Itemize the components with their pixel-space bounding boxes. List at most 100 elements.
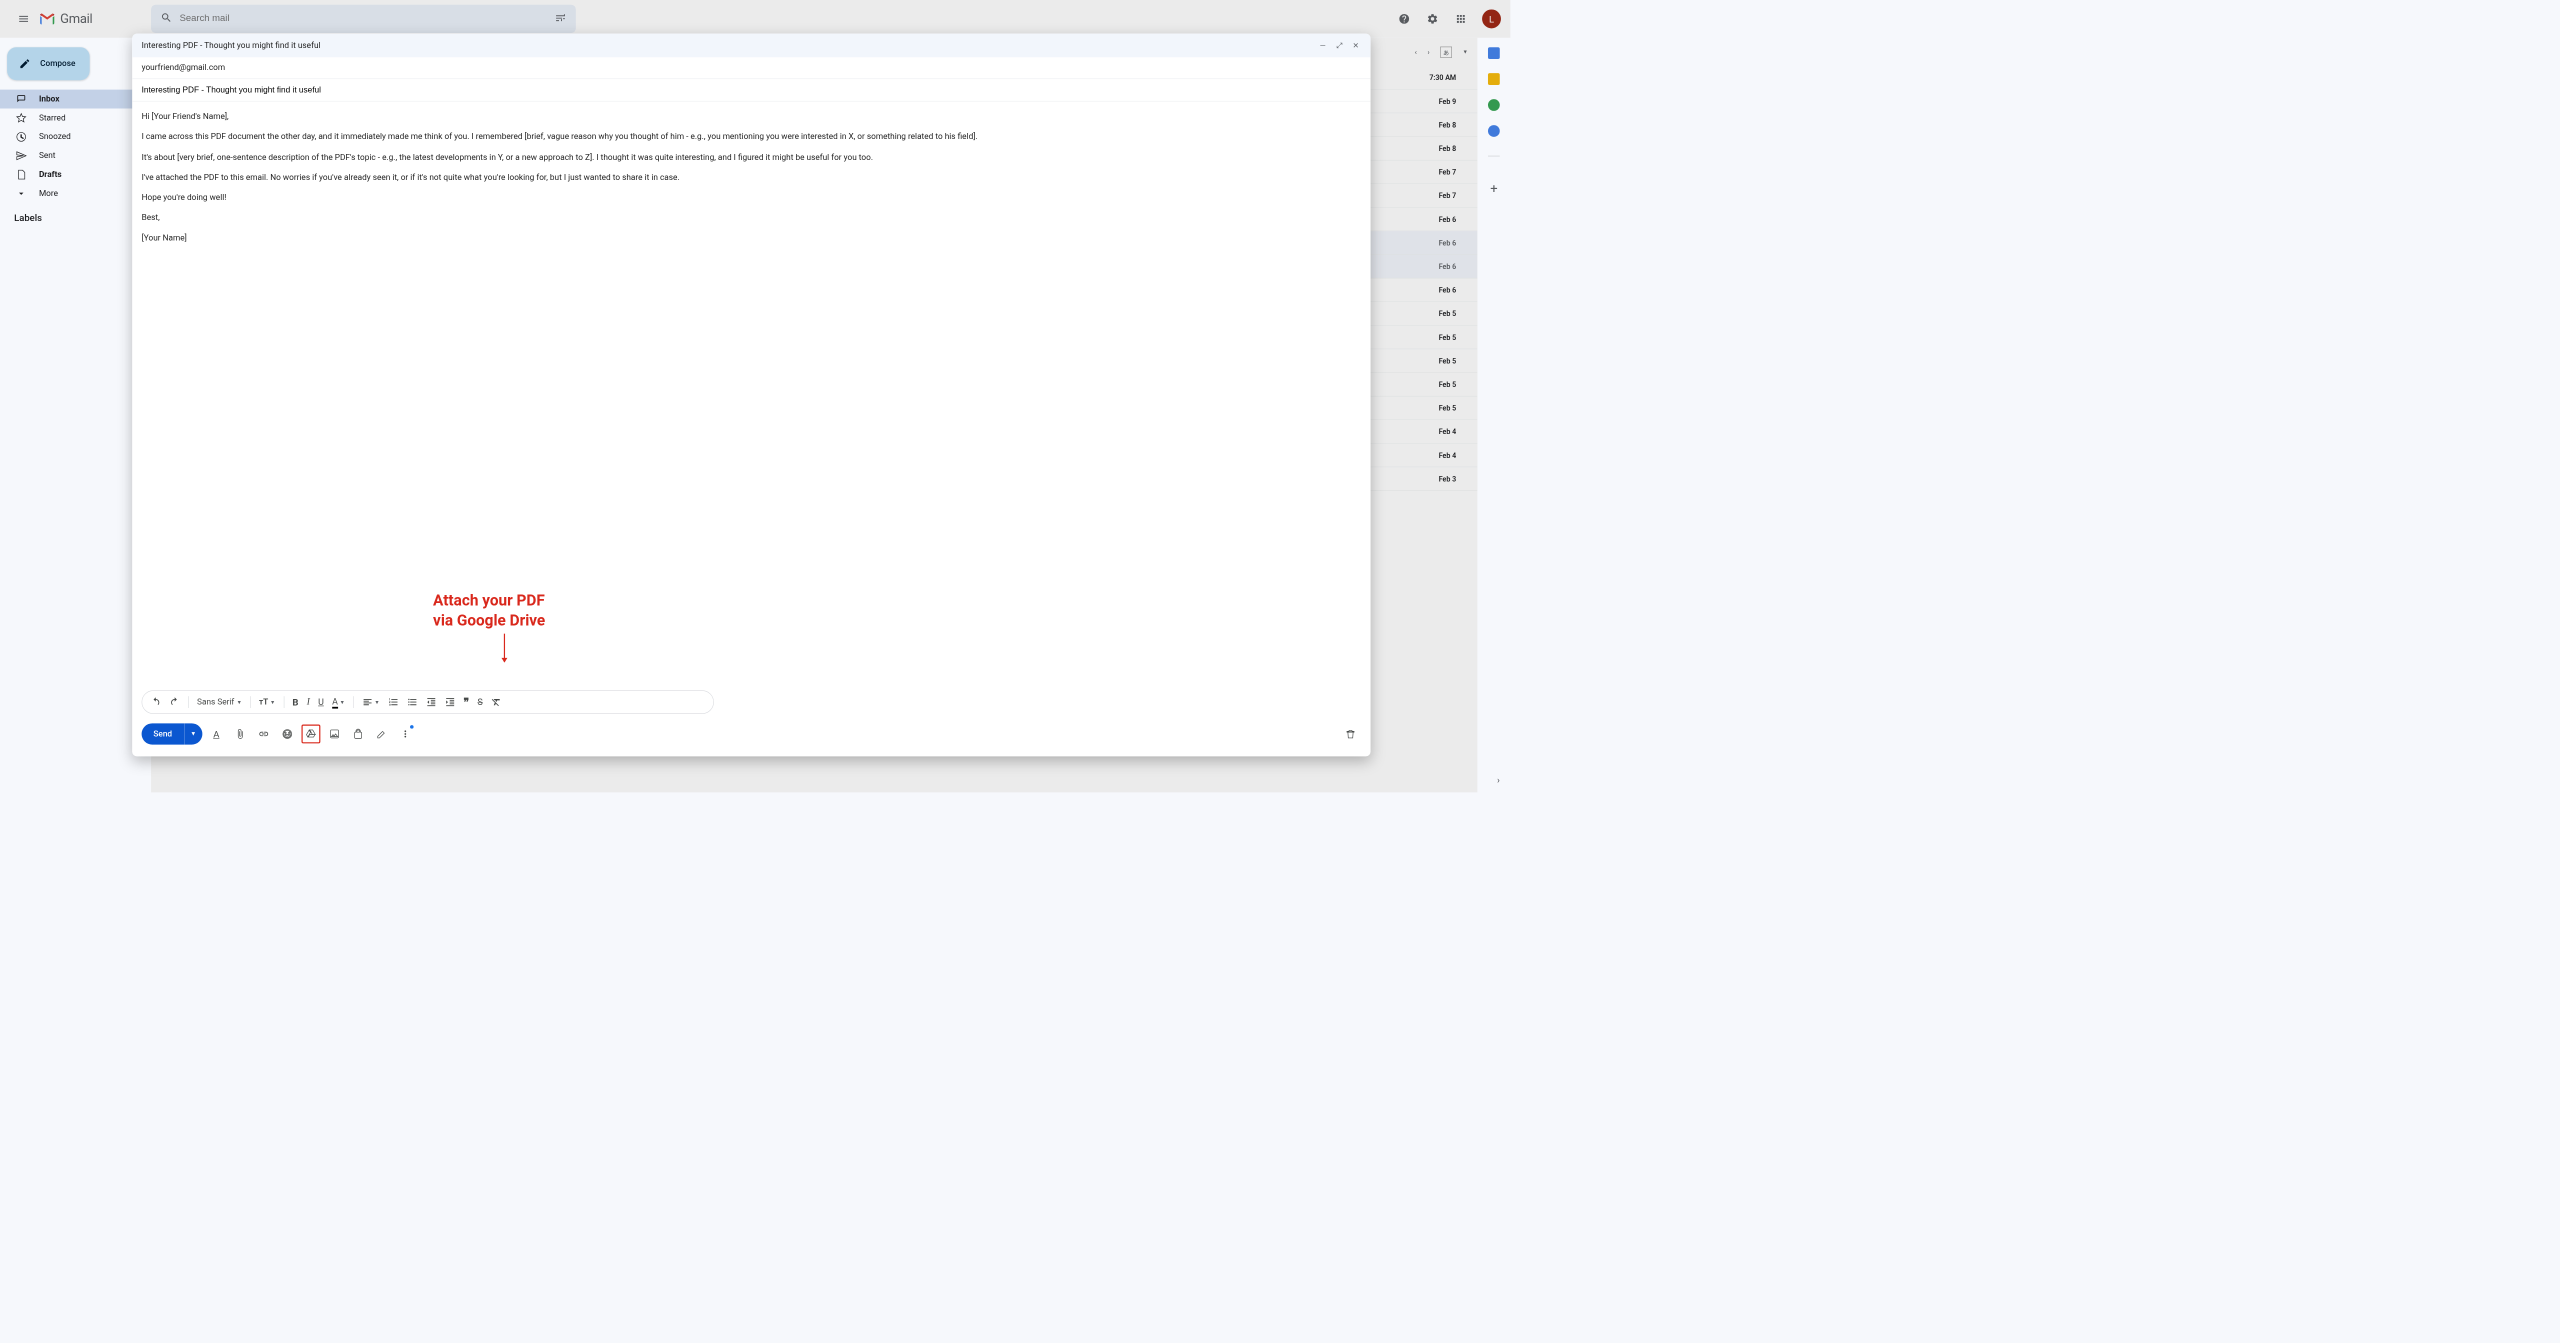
- mail-date: Feb 3: [1439, 475, 1468, 483]
- underline-button[interactable]: U: [318, 697, 324, 708]
- compose-dialog-title: Interesting PDF - Thought you might find…: [142, 41, 321, 50]
- discard-draft-button[interactable]: [1342, 725, 1361, 744]
- insert-emoji-button[interactable]: [278, 725, 297, 744]
- formatting-options-button[interactable]: A: [207, 725, 226, 744]
- undo-button[interactable]: [150, 697, 161, 708]
- minimize-button[interactable]: —: [1317, 41, 1328, 50]
- redo-button[interactable]: [169, 697, 180, 708]
- sidebar-item-drafts[interactable]: Drafts: [0, 165, 144, 184]
- main-menu-button[interactable]: [9, 5, 37, 33]
- insert-photo-button[interactable]: [325, 725, 344, 744]
- attach-file-button[interactable]: [230, 725, 249, 744]
- quote-button[interactable]: ❞: [463, 696, 469, 708]
- mail-date: 7:30 AM: [1429, 73, 1468, 81]
- mail-date: Feb 9: [1439, 97, 1468, 105]
- mail-date: Feb 6: [1439, 215, 1468, 223]
- sidebar-item-more[interactable]: More: [0, 184, 144, 203]
- insert-link-button[interactable]: [254, 725, 273, 744]
- recipients-row[interactable]: yourfriend@gmail.com: [132, 57, 1370, 79]
- labels-header: Labels: [0, 203, 151, 228]
- subject-input[interactable]: [142, 85, 1362, 94]
- subject-row[interactable]: [132, 79, 1370, 101]
- text-color-button[interactable]: A▼: [332, 696, 345, 708]
- font-size-button[interactable]: тT ▼: [259, 697, 275, 706]
- compose-dialog-header[interactable]: Interesting PDF - Thought you might find…: [132, 34, 1370, 58]
- pencil-icon: [19, 58, 31, 70]
- calendar-addon-icon[interactable]: [1488, 47, 1500, 59]
- contacts-addon-icon[interactable]: [1488, 125, 1500, 137]
- more-options-button[interactable]: [396, 725, 415, 744]
- mail-date: Feb 5: [1439, 309, 1468, 317]
- clock-icon: [15, 132, 27, 143]
- pagination-next[interactable]: ›: [1427, 48, 1429, 56]
- insert-signature-button[interactable]: [372, 725, 391, 744]
- bold-button[interactable]: B: [292, 696, 298, 707]
- annotation-arrow-icon: [504, 634, 505, 662]
- file-icon: [15, 169, 27, 180]
- side-panel-toggle[interactable]: ›: [1497, 774, 1500, 785]
- pagination-prev[interactable]: ‹: [1415, 48, 1417, 56]
- mail-date: Feb 5: [1439, 357, 1468, 365]
- align-button[interactable]: ▼: [362, 697, 380, 708]
- mail-date: Feb 8: [1439, 121, 1468, 129]
- mail-date: Feb 6: [1439, 286, 1468, 294]
- gmail-logo-text: Gmail: [60, 12, 92, 27]
- gear-icon: [1427, 13, 1439, 25]
- trash-icon: [1345, 729, 1356, 740]
- italic-button[interactable]: I: [307, 697, 310, 708]
- more-vert-icon: [400, 729, 411, 740]
- input-tools-icon[interactable]: あ: [1440, 46, 1452, 57]
- google-drive-icon: [305, 729, 316, 740]
- search-bar[interactable]: [151, 5, 576, 33]
- search-input[interactable]: [180, 14, 555, 25]
- indent-more-button[interactable]: [445, 697, 456, 708]
- input-tools-dropdown[interactable]: ▼: [1463, 49, 1468, 55]
- font-family-select[interactable]: Sans Serif▼: [197, 697, 242, 706]
- gmail-header: Gmail L: [0, 0, 1510, 38]
- keep-addon-icon[interactable]: [1488, 73, 1500, 85]
- send-button[interactable]: Send ▼: [142, 723, 203, 744]
- inbox-icon: [15, 94, 27, 105]
- fullscreen-toggle-button[interactable]: ⤢: [1334, 41, 1345, 50]
- settings-button[interactable]: [1421, 7, 1445, 31]
- confidential-mode-button[interactable]: [348, 725, 367, 744]
- annotation-callout: Attach your PDF via Google Drive: [433, 591, 545, 631]
- get-addons-button[interactable]: +: [1490, 182, 1497, 197]
- compose-dialog: Interesting PDF - Thought you might find…: [132, 34, 1370, 757]
- hamburger-icon: [18, 13, 30, 25]
- chevron-down-icon: [15, 188, 27, 199]
- search-options-icon[interactable]: [555, 12, 567, 26]
- account-avatar[interactable]: L: [1482, 9, 1501, 28]
- recipient-chip[interactable]: yourfriend@gmail.com: [142, 63, 226, 72]
- mail-date: Feb 4: [1439, 427, 1468, 435]
- compose-label: Compose: [40, 59, 75, 68]
- remove-formatting-button[interactable]: [491, 697, 502, 708]
- close-button[interactable]: ✕: [1351, 41, 1362, 50]
- numbered-list-button[interactable]: [388, 697, 399, 708]
- mail-date: Feb 6: [1439, 239, 1468, 247]
- sidebar-item-starred[interactable]: Starred: [0, 109, 144, 128]
- sidebar-item-sent[interactable]: Sent: [0, 146, 144, 165]
- compose-button[interactable]: Compose: [7, 47, 90, 80]
- emoji-icon: [282, 729, 293, 740]
- side-panel: + ›: [1477, 38, 1510, 793]
- support-button[interactable]: [1392, 7, 1416, 31]
- bulleted-list-button[interactable]: [407, 697, 418, 708]
- indent-less-button[interactable]: [426, 697, 437, 708]
- paperclip-icon: [235, 729, 246, 740]
- pen-icon: [376, 729, 387, 740]
- sidebar-item-snoozed[interactable]: Snoozed: [0, 127, 144, 146]
- apps-button[interactable]: [1449, 7, 1473, 31]
- lock-icon: [353, 729, 364, 740]
- mail-date: Feb 7: [1439, 168, 1468, 176]
- help-icon: [1398, 13, 1410, 25]
- mail-date: Feb 5: [1439, 380, 1468, 388]
- send-options-dropdown[interactable]: ▼: [184, 723, 202, 744]
- strikethrough-button[interactable]: S: [477, 697, 482, 708]
- compose-body[interactable]: Hi [Your Friend's Name], I came across t…: [132, 101, 1370, 690]
- sidebar-item-inbox[interactable]: Inbox: [0, 90, 144, 109]
- tasks-addon-icon[interactable]: [1488, 99, 1500, 111]
- insert-drive-file-button[interactable]: [301, 725, 320, 744]
- gmail-logo[interactable]: Gmail: [38, 9, 93, 28]
- mail-date: Feb 6: [1439, 262, 1468, 270]
